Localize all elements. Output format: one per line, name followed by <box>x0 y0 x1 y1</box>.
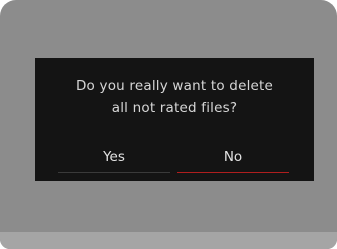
dialog-message-line-1: Do you really want to delete <box>75 78 274 94</box>
dialog-message: Do you really want to delete all not rat… <box>35 75 314 119</box>
yes-button[interactable]: Yes <box>58 146 170 173</box>
camera-screen: Do you really want to delete all not rat… <box>0 0 337 249</box>
bottom-bar <box>0 232 337 249</box>
delete-confirmation-dialog: Do you really want to delete all not rat… <box>35 58 314 181</box>
dialog-message-line-2: all not rated files? <box>111 100 238 116</box>
no-button[interactable]: No <box>177 146 289 173</box>
